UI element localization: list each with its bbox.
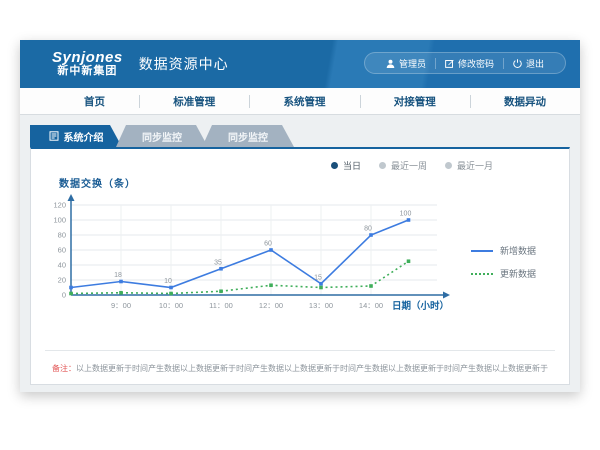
tab-bar: 系统介绍 同步监控 同步监控 bbox=[30, 125, 570, 147]
svg-text:80: 80 bbox=[364, 226, 372, 233]
footnote-prefix: 备注： bbox=[52, 364, 76, 373]
legend-label: 新增数据 bbox=[500, 244, 536, 257]
footnote-text: 以上数据更新于时间产生数据以上数据更新于时间产生数据以上数据更新于时间产生数据以… bbox=[76, 364, 548, 373]
content-area: 系统介绍 同步监控 同步监控 当日 最近一周 bbox=[20, 115, 580, 385]
company-logo: Synjones 新中新集团 bbox=[52, 50, 123, 77]
svg-text:14：00: 14：00 bbox=[359, 301, 383, 310]
line-chart: 0 20 40 60 80 100 120 9：00 10：00 11：00 12：00 13：00 1… bbox=[45, 192, 463, 324]
page-title: 数据资源中心 bbox=[139, 54, 229, 74]
svg-text:日期（小时）: 日期（小时） bbox=[392, 300, 449, 312]
svg-text:12：00: 12：00 bbox=[259, 301, 283, 310]
svg-text:120: 120 bbox=[53, 201, 66, 210]
tab-system-intro[interactable]: 系统介绍 bbox=[30, 125, 122, 147]
nav-item-standards[interactable]: 标准管理 bbox=[139, 94, 249, 109]
range-option-label: 最近一月 bbox=[457, 159, 493, 172]
svg-text:100: 100 bbox=[400, 211, 412, 218]
svg-text:60: 60 bbox=[58, 246, 66, 255]
chart-panel: 当日 最近一周 最近一月 数据交换（条） 0 20 40 60 80 100 120 9：00… bbox=[30, 147, 570, 385]
range-filter-group: 当日 最近一周 最近一月 bbox=[331, 159, 493, 172]
main-nav: 首页 标准管理 系统管理 对接管理 数据异动 bbox=[20, 88, 580, 115]
nav-item-system[interactable]: 系统管理 bbox=[250, 94, 360, 109]
svg-text:13：00: 13：00 bbox=[309, 301, 333, 310]
chart-legend: 新增数据 更新数据 bbox=[471, 244, 536, 324]
svg-text:10: 10 bbox=[164, 278, 172, 285]
svg-text:80: 80 bbox=[58, 231, 66, 240]
current-user-label: 管理员 bbox=[399, 57, 426, 70]
legend-label: 更新数据 bbox=[500, 267, 536, 280]
svg-text:10：00: 10：00 bbox=[159, 301, 183, 310]
svg-text:40: 40 bbox=[58, 261, 66, 270]
legend-item-new-data: 新增数据 bbox=[471, 244, 536, 257]
tab-label: 同步监控 bbox=[142, 129, 182, 144]
legend-line-swatch bbox=[471, 250, 493, 252]
svg-text:20: 20 bbox=[58, 276, 66, 285]
edit-icon bbox=[445, 59, 454, 68]
svg-text:9：00: 9：00 bbox=[111, 301, 131, 310]
tab-sync-monitor-1[interactable]: 同步监控 bbox=[116, 125, 208, 147]
logo-text-cn: 新中新集团 bbox=[52, 66, 123, 78]
nav-item-home[interactable]: 首页 bbox=[50, 94, 139, 109]
screenshot-stage: Synjones 新中新集团 数据资源中心 管理员 修改密码 退出 bbox=[0, 0, 600, 450]
tab-label: 同步监控 bbox=[228, 129, 268, 144]
footnote: 备注：以上数据更新于时间产生数据以上数据更新于时间产生数据以上数据更新于时间产生… bbox=[45, 350, 555, 384]
app-header: Synjones 新中新集团 数据资源中心 管理员 修改密码 退出 bbox=[20, 40, 580, 88]
document-icon bbox=[49, 131, 59, 141]
svg-text:15: 15 bbox=[314, 274, 322, 281]
app-window: Synjones 新中新集团 数据资源中心 管理员 修改密码 退出 bbox=[20, 40, 580, 392]
svg-text:35: 35 bbox=[214, 259, 222, 266]
range-option-label: 最近一周 bbox=[391, 159, 427, 172]
nav-item-data-change[interactable]: 数据异动 bbox=[470, 94, 580, 109]
range-option-week[interactable]: 最近一周 bbox=[379, 159, 427, 172]
power-icon bbox=[513, 59, 522, 68]
nav-item-interface[interactable]: 对接管理 bbox=[360, 94, 470, 109]
svg-text:11：00: 11：00 bbox=[209, 301, 233, 310]
svg-text:60: 60 bbox=[264, 241, 272, 248]
legend-item-update-data: 更新数据 bbox=[471, 267, 536, 280]
logout-button[interactable]: 退出 bbox=[504, 57, 553, 70]
svg-text:18: 18 bbox=[114, 272, 122, 279]
chart-region: 0 20 40 60 80 100 120 9：00 10：00 11：00 12：00 13：00 1… bbox=[45, 192, 555, 324]
user-icon bbox=[386, 59, 395, 68]
range-option-label: 当日 bbox=[343, 159, 361, 172]
tab-label: 系统介绍 bbox=[64, 129, 104, 144]
change-password-label: 修改密码 bbox=[458, 57, 494, 70]
user-toolbar: 管理员 修改密码 退出 bbox=[364, 52, 566, 74]
svg-text:100: 100 bbox=[53, 216, 66, 225]
radio-icon bbox=[445, 162, 452, 169]
y-axis-title: 数据交换（条） bbox=[59, 175, 555, 190]
current-user[interactable]: 管理员 bbox=[377, 57, 435, 70]
radio-icon bbox=[379, 162, 386, 169]
range-option-today[interactable]: 当日 bbox=[331, 159, 361, 172]
logout-label: 退出 bbox=[526, 57, 544, 70]
logo-text-en: Synjones bbox=[52, 50, 123, 66]
legend-line-swatch bbox=[471, 273, 493, 275]
tab-sync-monitor-2[interactable]: 同步监控 bbox=[202, 125, 294, 147]
svg-text:0: 0 bbox=[62, 291, 66, 300]
radio-icon bbox=[331, 162, 338, 169]
range-option-month[interactable]: 最近一月 bbox=[445, 159, 493, 172]
change-password-button[interactable]: 修改密码 bbox=[436, 57, 503, 70]
